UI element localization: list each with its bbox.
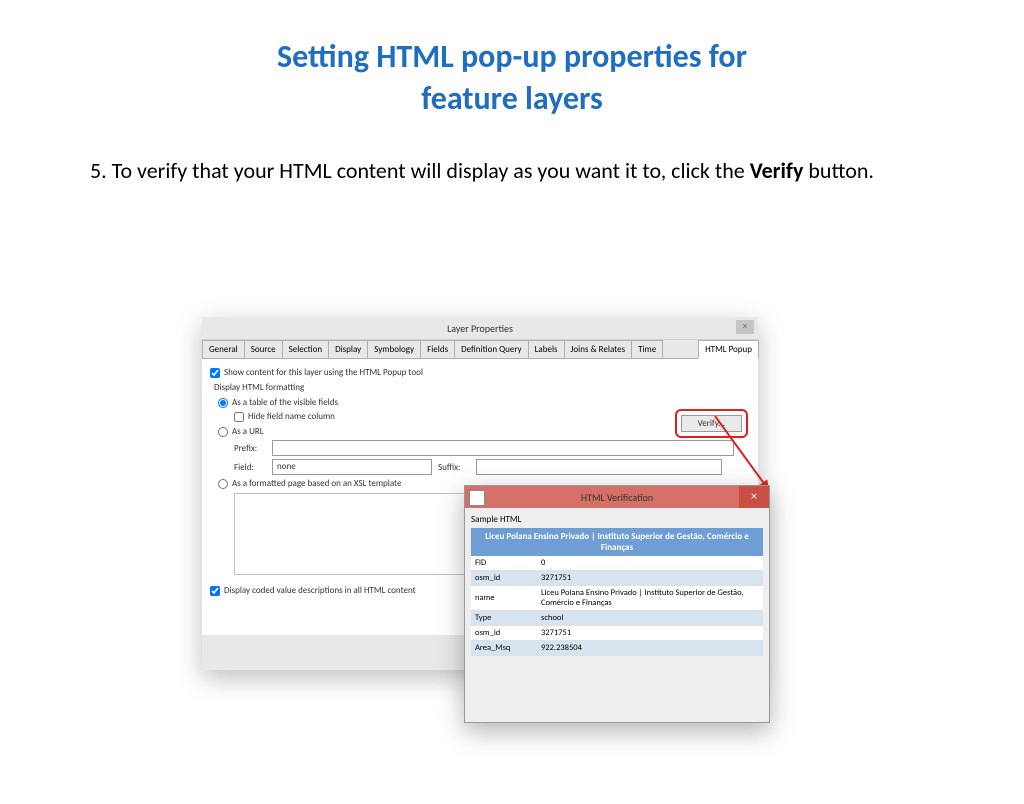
as-url-label: As a URL: [232, 426, 264, 437]
tab-joins-relates[interactable]: Joins & Relates: [564, 340, 633, 358]
hide-field-label: Hide field name column: [248, 411, 335, 422]
verify-highlight: Verify...: [675, 409, 748, 438]
display-formatting-label: Display HTML formatting: [214, 382, 750, 393]
window-icon: [469, 490, 485, 506]
tab-time[interactable]: Time: [631, 340, 663, 358]
verification-table: Liceu Polana Ensino Privado | Instituto …: [471, 528, 763, 656]
prefix-label: Prefix:: [234, 443, 266, 454]
table-row: osm_id3271751: [471, 626, 763, 641]
as-xsl-radio[interactable]: [218, 479, 228, 489]
tab-strip: General Source Selection Display Symbolo…: [202, 340, 758, 359]
page-title: Setting HTML pop-up properties for featu…: [0, 36, 1024, 119]
show-content-label: Show content for this layer using the HT…: [224, 367, 423, 378]
tab-general[interactable]: General: [202, 340, 245, 358]
tab-definition-query[interactable]: Definition Query: [454, 340, 529, 358]
tab-display[interactable]: Display: [328, 340, 368, 358]
dialog-titlebar: Layer Properties ×: [202, 317, 758, 340]
suffix-label: Suffix:: [438, 462, 470, 473]
tab-symbology[interactable]: Symbology: [367, 340, 421, 358]
suffix-input[interactable]: [476, 459, 722, 475]
display-coded-label: Display coded value descriptions in all …: [224, 585, 416, 596]
close-icon[interactable]: ×: [739, 486, 769, 508]
sample-html-label: Sample HTML: [471, 514, 763, 525]
tab-html-popup[interactable]: HTML Popup: [698, 340, 759, 359]
field-label: Field:: [234, 462, 266, 473]
html-verification-dialog: HTML Verification × Sample HTML Liceu Po…: [464, 485, 770, 723]
as-xsl-label: As a formatted page based on an XSL temp…: [232, 478, 401, 489]
table-row: Typeschool: [471, 611, 763, 626]
close-icon[interactable]: ×: [736, 320, 754, 334]
as-table-radio[interactable]: [218, 398, 228, 408]
table-row: osm_id3271751: [471, 571, 763, 586]
table-row: nameLiceu Polana Ensino Privado | Instit…: [471, 586, 763, 611]
verification-titlebar: HTML Verification ×: [465, 486, 769, 508]
table-row: FID0: [471, 556, 763, 571]
field-select[interactable]: none: [272, 459, 432, 475]
tab-labels[interactable]: Labels: [528, 340, 565, 358]
tab-selection[interactable]: Selection: [282, 340, 329, 358]
as-url-radio[interactable]: [218, 427, 228, 437]
verify-button[interactable]: Verify...: [681, 415, 742, 432]
tab-source[interactable]: Source: [244, 340, 283, 358]
display-coded-checkbox[interactable]: [210, 586, 220, 596]
table-header: Liceu Polana Ensino Privado | Instituto …: [471, 528, 763, 556]
table-row: Area_Msq922.238504: [471, 641, 763, 656]
as-table-label: As a table of the visible fields: [232, 397, 338, 408]
show-content-checkbox[interactable]: [210, 368, 220, 378]
hide-field-checkbox[interactable]: [234, 412, 244, 422]
prefix-input[interactable]: [272, 440, 734, 456]
instruction-text: 5. To verify that your HTML content will…: [90, 151, 934, 192]
tab-fields[interactable]: Fields: [420, 340, 455, 358]
